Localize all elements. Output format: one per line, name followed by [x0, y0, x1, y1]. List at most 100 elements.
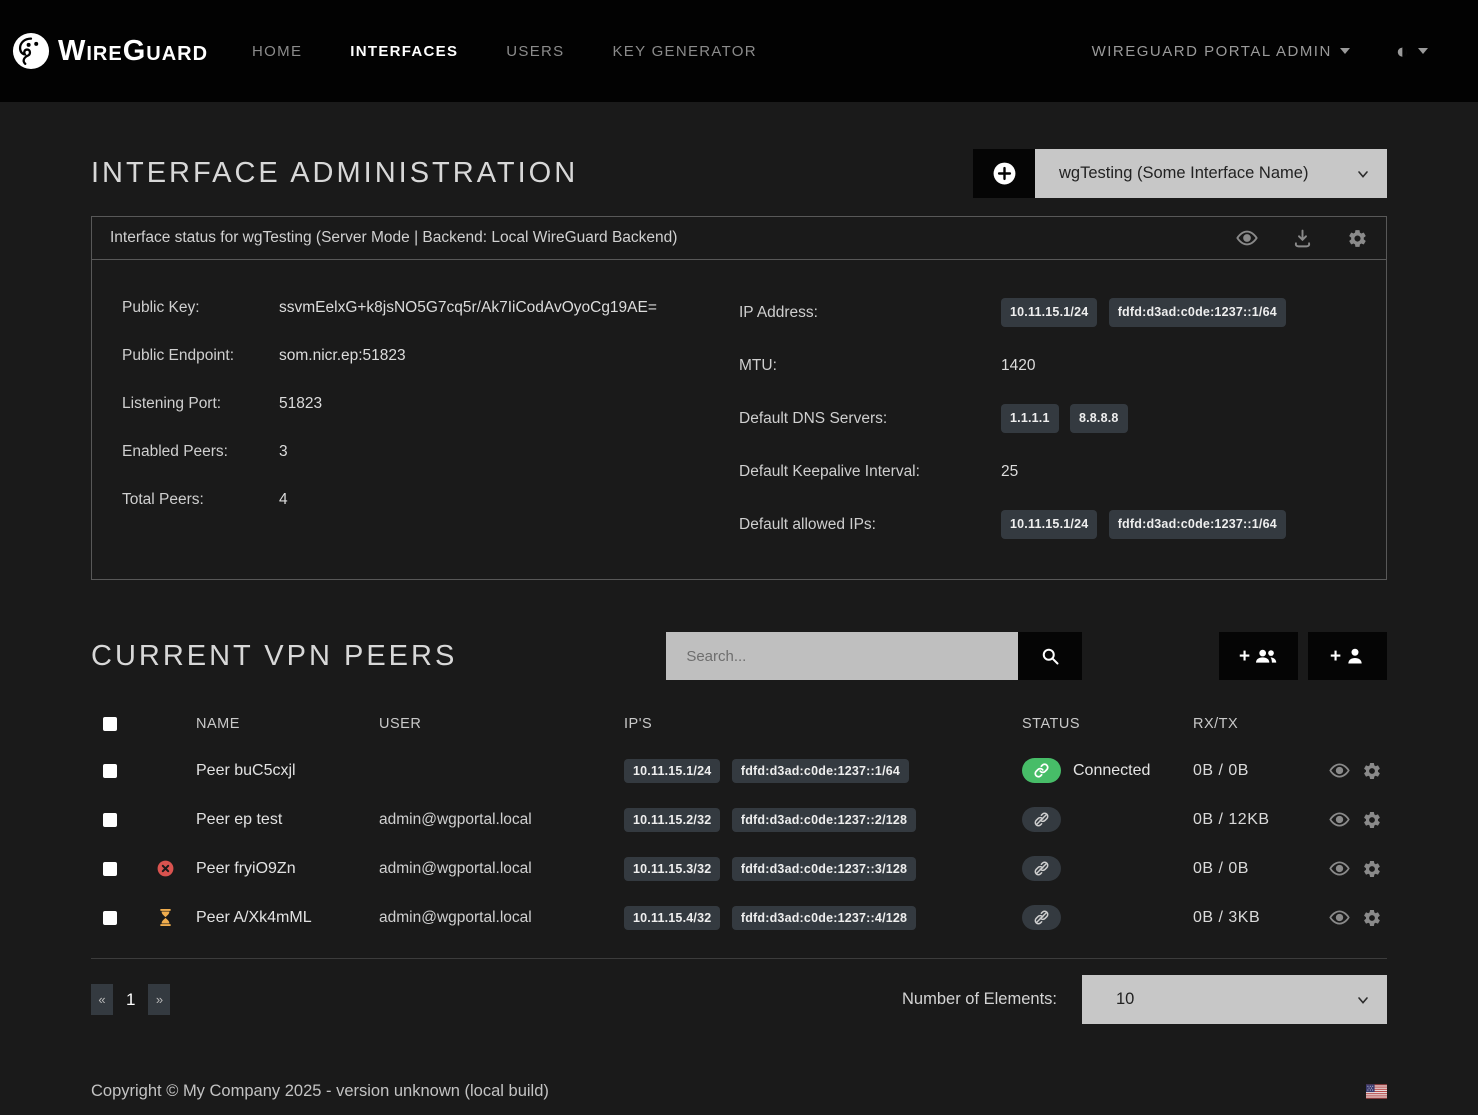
brand-home-link[interactable]: WireGuard: [12, 32, 208, 70]
pagination-page-1[interactable]: 1: [126, 990, 135, 1010]
peer-view-button[interactable]: [1329, 760, 1350, 781]
peer-expiring-hourglass-icon: [157, 908, 174, 927]
peer-edit-button[interactable]: [1362, 809, 1382, 830]
gear-icon: [1347, 228, 1368, 249]
ip-badge: 10.11.15.1/24: [1001, 298, 1097, 327]
nav-key-generator[interactable]: KEY GENERATOR: [612, 43, 756, 60]
status-badge: [1022, 807, 1061, 832]
interface-selector-group: wgTesting (Some Interface Name): [973, 149, 1387, 198]
interface-select[interactable]: wgTesting (Some Interface Name): [1035, 149, 1387, 198]
eye-icon: [1329, 760, 1350, 781]
peer-edit-button[interactable]: [1362, 858, 1382, 879]
gear-icon: [1362, 810, 1382, 830]
half-circle-theme-icon: ◐: [1396, 41, 1410, 62]
theme-toggle-dropdown[interactable]: ◐: [1396, 41, 1428, 62]
interface-admin-header: INTERFACE ADMINISTRATION wgTesting (Some…: [91, 149, 1387, 198]
download-icon: [1292, 228, 1313, 249]
peer-rxtx: 0B / 12KB: [1193, 811, 1329, 829]
row-checkbox[interactable]: [103, 813, 117, 827]
status-right-column: IP Address: 10.11.15.1/24 fdfd:d3ad:c0de…: [739, 298, 1356, 539]
link-slash-icon: [1034, 812, 1049, 827]
search-button[interactable]: [1018, 632, 1082, 680]
table-row: Peer fryiO9Zn admin@wgportal.local 10.11…: [91, 844, 1387, 893]
field-public-key: Public Key: ssvmEelxG+k8jsNO5G7cq5r/Ak7I…: [122, 298, 739, 317]
peer-edit-button[interactable]: [1362, 907, 1382, 928]
peer-name: Peer A/Xk4mML: [196, 909, 379, 927]
view-config-button[interactable]: [1236, 227, 1258, 249]
eye-icon: [1329, 809, 1350, 830]
peer-user: admin@wgportal.local: [379, 860, 624, 878]
table-header-row: NAME USER IP'S STATUS RX/TX: [91, 702, 1387, 746]
peer-user: admin@wgportal.local: [379, 909, 624, 927]
page-size-select[interactable]: 10: [1082, 975, 1387, 1024]
search-input[interactable]: [666, 632, 1018, 680]
field-total-peers: Total Peers: 4: [122, 490, 739, 509]
table-divider: [91, 958, 1387, 959]
page-size-value: 10: [1116, 990, 1134, 1009]
ip-badge: fdfd:d3ad:c0de:1237::1/64: [1109, 298, 1286, 327]
download-config-button[interactable]: [1292, 228, 1313, 249]
pagination-next-button[interactable]: »: [148, 984, 170, 1015]
page-size-label: Number of Elements:: [902, 990, 1057, 1009]
peer-view-button[interactable]: [1329, 809, 1350, 830]
interface-status-title: Interface status for wgTesting (Server M…: [110, 229, 677, 247]
status-badge: [1022, 856, 1061, 881]
dns-badge: 1.1.1.1: [1001, 404, 1059, 433]
caret-down-icon: [1340, 48, 1350, 54]
nav-interfaces[interactable]: INTERFACES: [350, 43, 458, 60]
user-menu-dropdown[interactable]: WIREGUARD PORTAL ADMIN: [1092, 43, 1350, 60]
peer-ipv6-badge: fdfd:d3ad:c0de:1237::3/128: [732, 857, 916, 881]
us-flag-language-icon[interactable]: [1366, 1084, 1387, 1099]
row-checkbox[interactable]: [103, 911, 117, 925]
row-checkbox[interactable]: [103, 764, 117, 778]
peer-name: Peer fryiO9Zn: [196, 860, 379, 878]
status-label: Connected: [1073, 762, 1150, 780]
peer-edit-button[interactable]: [1362, 760, 1382, 781]
peer-ipv4-badge: 10.11.15.3/32: [624, 857, 720, 881]
navbar: WireGuard HOME INTERFACES USERS KEY GENE…: [0, 0, 1478, 102]
eye-icon: [1329, 858, 1350, 879]
status-badge: [1022, 905, 1061, 930]
edit-interface-button[interactable]: [1347, 228, 1368, 249]
interface-status-panel-header: Interface status for wgTesting (Server M…: [92, 217, 1386, 260]
main-content: INTERFACE ADMINISTRATION wgTesting (Some…: [91, 149, 1387, 1024]
plus-circle-icon: [992, 161, 1017, 186]
user-icon: [1345, 646, 1365, 666]
select-all-checkbox[interactable]: [103, 717, 117, 731]
table-footer: « 1 » Number of Elements: 10: [91, 975, 1387, 1024]
status-badge: [1022, 758, 1061, 783]
interface-select-value: wgTesting (Some Interface Name): [1059, 164, 1308, 183]
panel-header-actions: [1236, 227, 1368, 249]
interface-status-panel: Interface status for wgTesting (Server M…: [91, 216, 1387, 580]
table-row: Peer ep test admin@wgportal.local 10.11.…: [91, 795, 1387, 844]
field-ip-address: IP Address: 10.11.15.1/24 fdfd:d3ad:c0de…: [739, 298, 1356, 327]
peer-ipv4-badge: 10.11.15.4/32: [624, 906, 720, 930]
search-icon: [1040, 646, 1060, 666]
peer-user: admin@wgportal.local: [379, 811, 624, 829]
page-title: INTERFACE ADMINISTRATION: [91, 157, 578, 190]
brand-wordmark: WireGuard: [58, 35, 208, 68]
add-multiple-peers-button[interactable]: +: [1219, 632, 1298, 680]
ip-badge: 10.11.15.1/24: [1001, 510, 1097, 539]
gear-icon: [1362, 761, 1382, 781]
peer-view-button[interactable]: [1329, 907, 1350, 928]
pagination-prev-button[interactable]: «: [91, 984, 113, 1015]
peer-view-button[interactable]: [1329, 858, 1350, 879]
peer-ipv4-badge: 10.11.15.2/32: [624, 808, 720, 832]
nav-users[interactable]: USERS: [506, 43, 564, 60]
footer: Copyright © My Company 2025 - version un…: [0, 1082, 1478, 1115]
add-interface-button[interactable]: [973, 149, 1035, 198]
gear-icon: [1362, 859, 1382, 879]
col-rxtx: RX/TX: [1193, 716, 1329, 732]
add-peer-button[interactable]: +: [1308, 632, 1387, 680]
peers-title: CURRENT VPN PEERS: [91, 640, 457, 673]
row-checkbox[interactable]: [103, 862, 117, 876]
field-mtu: MTU: 1420: [739, 356, 1356, 375]
field-default-dns: Default DNS Servers: 1.1.1.1 8.8.8.8: [739, 404, 1356, 433]
interface-status-body: Public Key: ssvmEelxG+k8jsNO5G7cq5r/Ak7I…: [92, 260, 1386, 579]
peer-name: Peer buC5cxjl: [196, 762, 379, 780]
peer-rxtx: 0B / 0B: [1193, 762, 1329, 780]
gear-icon: [1362, 908, 1382, 928]
nav-home[interactable]: HOME: [252, 43, 302, 60]
users-icon: [1254, 646, 1278, 666]
